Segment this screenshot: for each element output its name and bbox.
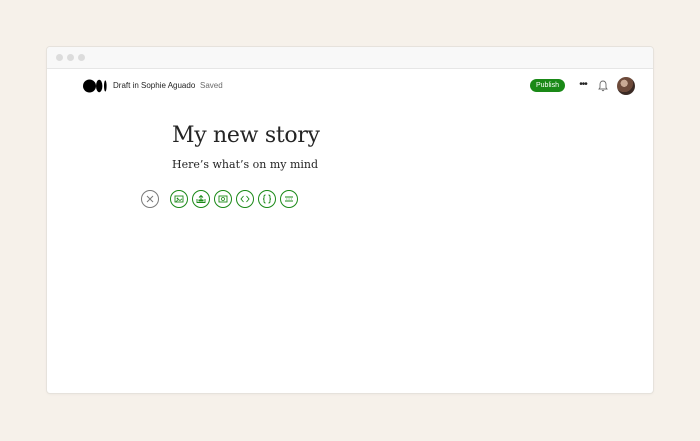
window-control-dot[interactable] (67, 54, 74, 61)
medium-logo-icon[interactable] (83, 79, 107, 93)
window-control-dot[interactable] (56, 54, 63, 61)
draft-breadcrumb: Draft in Sophie Aguado (113, 81, 196, 90)
video-icon[interactable] (214, 190, 232, 208)
editor-header: Draft in Sophie Aguado Saved Publish ••• (47, 68, 653, 104)
upload-icon[interactable] (192, 190, 210, 208)
user-avatar[interactable] (617, 77, 635, 95)
window-control-dot[interactable] (78, 54, 85, 61)
embed-icon[interactable] (236, 190, 254, 208)
bell-icon[interactable] (598, 80, 608, 92)
story-subtitle[interactable]: Here’s what’s on my mind (172, 158, 318, 171)
code-block-icon[interactable] (258, 190, 276, 208)
window-titlebar (47, 47, 653, 69)
browser-window: Draft in Sophie Aguado Saved Publish •••… (47, 47, 653, 393)
publish-button[interactable]: Publish (530, 79, 565, 92)
save-status: Saved (200, 81, 223, 90)
story-title[interactable]: My new story (172, 123, 320, 148)
image-icon[interactable] (170, 190, 188, 208)
more-options-icon[interactable]: ••• (577, 79, 589, 93)
divider-icon[interactable] (280, 190, 298, 208)
close-icon[interactable] (141, 190, 159, 208)
